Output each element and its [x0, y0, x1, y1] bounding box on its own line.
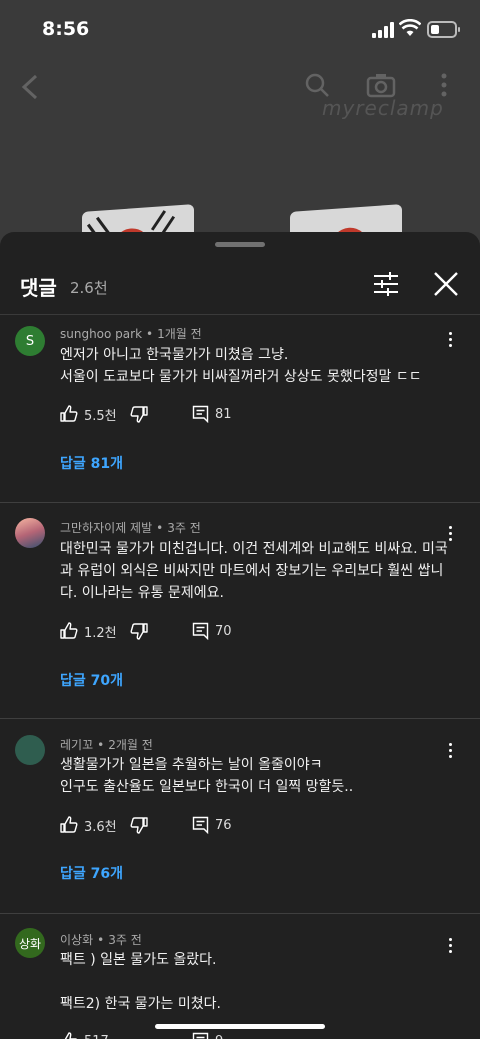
comment-time: 2개월 전 — [108, 738, 153, 752]
thumbs-up-icon — [64, 1032, 77, 1039]
comment-meta: 이상화 • 3주 전 — [60, 933, 142, 947]
view-replies-link[interactable]: 답글 76개 — [60, 863, 123, 883]
avatar[interactable] — [15, 518, 45, 548]
comment-actions: 517 9 — [60, 1030, 440, 1039]
reply-button[interactable]: 9 — [192, 1030, 223, 1039]
reply-count: 70 — [215, 623, 232, 639]
more-icon — [441, 73, 447, 97]
comment-item: 그만하자이제 제발 • 3주 전 대한민국 물가가 미친겁니다. 이건 전세계와 비… — [0, 503, 480, 719]
reply-count: 9 — [215, 1034, 223, 1039]
thumbs-up-icon — [60, 816, 78, 833]
dislike-button[interactable] — [130, 814, 154, 836]
like-button[interactable]: 3.6천 — [60, 814, 117, 836]
comment-actions: 1.2천 70 — [60, 620, 440, 642]
avatar[interactable]: S — [15, 326, 45, 356]
reply-button[interactable]: 81 — [192, 403, 232, 425]
comments-sheet: 댓글 2.6천 S sunghoo park • 1개월 전 엔저가 아니고 한국물… — [0, 232, 480, 1039]
battery-icon — [427, 21, 460, 38]
comment-text: 대한민국 물가가 미친겁니다. 이건 전세계와 비교해도 비싸요. 미국 과 유럽… — [60, 541, 448, 601]
comment-text: 팩트 ) 일본 물가도 올랐다. 팩트2) 한국 물가는 미쳤다. — [60, 952, 221, 1012]
camera-icon — [366, 74, 396, 98]
cellular-signal-icon — [372, 22, 394, 38]
reply-button[interactable]: 70 — [192, 620, 232, 642]
comment-item: 레기꼬 • 2개월 전 생활물가가 일본을 추월하는 날이 올줄이야ㅋ 인구도 출산율… — [0, 719, 480, 914]
status-time: 8:56 — [42, 18, 90, 40]
comment-author[interactable]: 그만하자이제 제발 — [60, 521, 152, 535]
comment-meta: 그만하자이제 제발 • 3주 전 — [60, 521, 201, 535]
comment-time: 3주 전 — [108, 933, 142, 947]
view-replies-link[interactable]: 답글 70개 — [60, 670, 123, 690]
comment-text: 생활물가가 일본을 추월하는 날이 올줄이야ㅋ 인구도 출산율도 일본보다 한국이… — [60, 757, 354, 795]
reply-comment-icon — [192, 622, 209, 640]
avatar[interactable] — [15, 735, 45, 765]
comment-item: 상화 이상화 • 3주 전 팩트 ) 일본 물가도 올랐다. 팩트2) 한국 물가는 … — [0, 914, 480, 1039]
like-count: 517 — [84, 1034, 109, 1039]
comments-count: 2.6천 — [70, 279, 108, 297]
avatar[interactable]: 상화 — [15, 928, 45, 958]
like-count: 1.2천 — [84, 625, 117, 641]
reply-count: 76 — [215, 817, 232, 833]
comment-time: 3주 전 — [167, 521, 201, 535]
comment-text: 엔저가 아니고 한국물가가 미쳤음 그냥. 서울이 도쿄보다 물가가 비싸질꺼라거… — [60, 347, 422, 385]
like-count: 5.5천 — [84, 408, 117, 424]
thumbs-down-icon — [130, 817, 148, 834]
sort-filter-icon[interactable] — [373, 270, 399, 298]
dislike-button[interactable] — [130, 403, 154, 425]
comment-time: 1개월 전 — [157, 327, 202, 341]
reply-comment-icon — [192, 816, 209, 834]
reply-button[interactable]: 76 — [192, 814, 232, 836]
comment-author[interactable]: sunghoo park — [60, 327, 142, 341]
dislike-button[interactable] — [130, 620, 154, 642]
like-button[interactable]: 5.5천 — [60, 403, 117, 425]
reply-count: 81 — [215, 406, 232, 422]
like-count: 3.6천 — [84, 819, 117, 835]
close-icon[interactable] — [432, 270, 460, 298]
thumbs-down-icon — [130, 623, 148, 640]
comment-actions: 5.5천 81 — [60, 403, 440, 425]
comments-title: 댓글 — [20, 276, 57, 300]
comment-actions: 3.6천 76 — [60, 814, 440, 836]
thumbs-up-icon — [60, 622, 78, 639]
background-brand-watermark: myreclamp — [322, 96, 444, 120]
like-button[interactable]: 1.2천 — [60, 620, 117, 642]
status-bar: 8:56 — [0, 0, 480, 60]
thumbs-up-icon — [60, 405, 78, 422]
sheet-drag-handle[interactable] — [215, 242, 265, 247]
comment-author[interactable]: 레기꼬 — [60, 738, 93, 752]
thumbs-down-icon — [130, 406, 148, 423]
reply-comment-icon — [192, 1032, 209, 1039]
wifi-icon — [399, 19, 421, 36]
comment-item: S sunghoo park • 1개월 전 엔저가 아니고 한국물가가 미쳤음 그… — [0, 315, 480, 503]
view-replies-link[interactable]: 답글 81개 — [60, 453, 123, 473]
back-icon — [21, 74, 38, 100]
home-indicator[interactable] — [155, 1024, 325, 1029]
reply-comment-icon — [192, 405, 209, 423]
like-button[interactable]: 517 — [60, 1030, 109, 1039]
comments-header: 댓글 2.6천 — [0, 262, 480, 312]
comment-author[interactable]: 이상화 — [60, 933, 93, 947]
comment-meta: sunghoo park • 1개월 전 — [60, 327, 202, 341]
comment-meta: 레기꼬 • 2개월 전 — [60, 738, 153, 752]
search-icon — [305, 73, 329, 97]
